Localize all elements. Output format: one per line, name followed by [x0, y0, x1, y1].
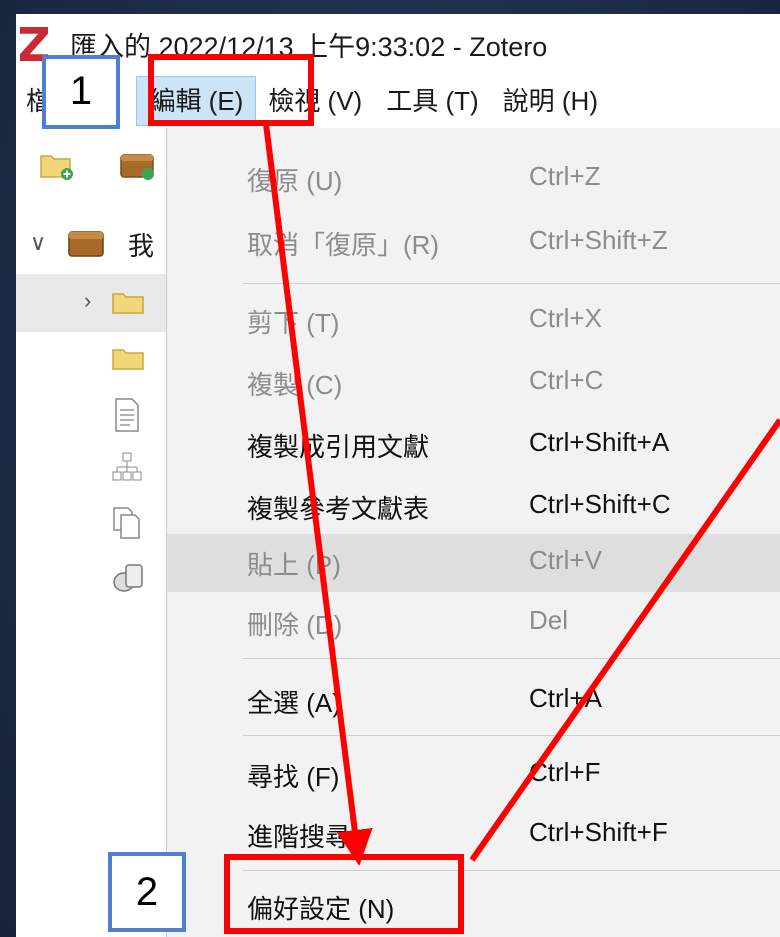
- title-bar: 匯入的 2022/12/13 上午9:33:02 - Zotero: [16, 14, 780, 74]
- menu-separator: [243, 283, 780, 284]
- menu-separator: [243, 658, 780, 659]
- menu-item-redo[interactable]: 取消「復原」(R) Ctrl+Shift+Z: [167, 214, 780, 272]
- step-2-callout: 2: [108, 852, 186, 932]
- menu-item-shortcut: Ctrl+Shift+Z: [529, 225, 668, 255]
- menu-item-shortcut: Ctrl+V: [529, 545, 602, 575]
- menu-item-paste[interactable]: 貼上 (P) Ctrl+V: [167, 534, 780, 592]
- menu-item-label: 取消「復原」(R): [247, 230, 440, 260]
- menu-item-shortcut: Ctrl+Shift+A: [529, 427, 670, 457]
- menu-item-copy-citation[interactable]: 複製成引用文獻 Ctrl+Shift+A: [167, 416, 780, 474]
- trash-icon: [113, 564, 143, 592]
- menu-item-shortcut: Ctrl+A: [529, 683, 602, 713]
- menu-item-shortcut: Del: [529, 605, 569, 635]
- menu-item-cut[interactable]: 剪下 (T) Ctrl+X: [167, 292, 780, 350]
- menu-item-copy[interactable]: 複製 (C) Ctrl+C: [167, 354, 780, 412]
- menu-item-shortcut: Ctrl+C: [529, 365, 604, 395]
- folder-icon: [112, 349, 144, 370]
- folder-icon: [112, 293, 144, 314]
- document-icon: [115, 398, 139, 432]
- hierarchy-icon: [112, 452, 142, 481]
- menu-item-shortcut: Ctrl+F: [529, 757, 601, 787]
- menu-item-select-all[interactable]: 全選 (A) Ctrl+A: [167, 672, 780, 730]
- menu-item-label: 複製成引用文獻: [247, 432, 430, 462]
- menu-item-undo[interactable]: 復原 (U) Ctrl+Z: [167, 150, 780, 208]
- step-1-callout: 1: [42, 55, 120, 129]
- menu-item-find[interactable]: 尋找 (F) Ctrl+F: [167, 746, 780, 804]
- chevron-right-icon[interactable]: ›: [84, 288, 91, 314]
- menu-item-shortcut: Ctrl+Z: [529, 161, 601, 191]
- edit-menu-dropdown: 復原 (U) Ctrl+Z 取消「復原」(R) Ctrl+Shift+Z 剪下 …: [166, 128, 780, 937]
- menu-bar: 檔案 (F) 編輯 (E) 檢視 (V) 工具 (T) 說明 (H): [16, 74, 780, 128]
- menu-item-label: 貼上 (P): [247, 550, 341, 580]
- menu-item-shortcut: Ctrl+Shift+F: [529, 817, 668, 847]
- menu-item-label: 進階搜尋: [247, 822, 352, 852]
- menu-item-label: 復原 (U): [247, 166, 343, 196]
- library-icon: [68, 231, 104, 257]
- menu-item-label: 複製參考文獻表: [247, 494, 430, 524]
- highlight-edit-menu: [148, 54, 314, 126]
- menu-item-label: 尋找 (F): [247, 762, 340, 792]
- menu-item-shortcut: Ctrl+X: [529, 303, 602, 333]
- menu-item-shortcut: Ctrl+Shift+C: [529, 489, 671, 519]
- new-library-icon[interactable]: [120, 152, 154, 180]
- menu-tools[interactable]: 工具 (T): [374, 77, 490, 125]
- new-collection-icon[interactable]: [40, 152, 74, 180]
- menu-separator: [243, 735, 780, 736]
- menu-item-label: 全選 (A): [247, 688, 341, 718]
- menu-item-delete[interactable]: 刪除 (D) Del: [167, 594, 780, 652]
- chevron-down-icon[interactable]: ∨: [30, 230, 46, 256]
- menu-item-label: 刪除 (D): [247, 610, 343, 640]
- menu-help[interactable]: 說明 (H): [491, 77, 610, 125]
- zotero-window: 匯入的 2022/12/13 上午9:33:02 - Zotero 檔案 (F)…: [16, 14, 780, 937]
- menu-item-label: 複製 (C): [247, 370, 343, 400]
- highlight-preferences: [224, 854, 464, 934]
- menu-item-copy-bibliography[interactable]: 複製參考文獻表 Ctrl+Shift+C: [167, 478, 780, 536]
- menu-item-label: 剪下 (T): [247, 308, 340, 338]
- duplicates-icon: [113, 507, 140, 539]
- library-label: 我: [128, 231, 155, 261]
